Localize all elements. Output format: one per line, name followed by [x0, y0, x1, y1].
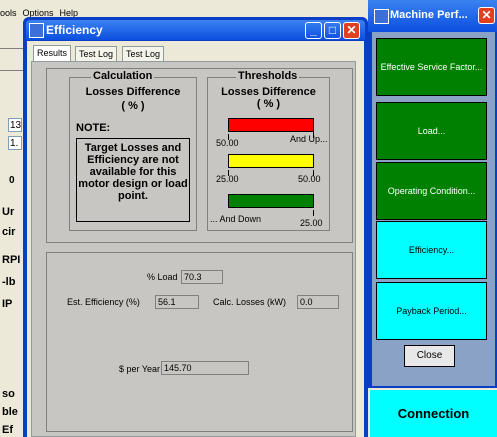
calculation-title: Calculation — [91, 70, 155, 82]
threshold-red-left: 50.00 — [216, 138, 239, 148]
bg-field-2[interactable]: 1. — [8, 136, 22, 150]
minimize-button[interactable]: _ — [305, 22, 322, 39]
calc-unit: ( % ) — [121, 100, 145, 112]
efficiency-label: Est. Efficiency (%) — [67, 297, 140, 307]
dialog-title-bar[interactable]: Efficiency _ □ ✕ — [26, 20, 365, 40]
note-label: NOTE: — [76, 122, 111, 134]
bg-field-1[interactable]: 13 — [8, 118, 22, 132]
threshold-yellow-right: 50.00 — [298, 174, 321, 184]
results-frame: % Load 70.3 Est. Efficiency (%) 56.1 Cal… — [46, 252, 353, 432]
efficiency-field: 56.1 — [155, 295, 199, 309]
summary-frame: Calculation Losses Difference ( % ) NOTE… — [46, 68, 353, 243]
bg-label: RPI — [2, 254, 21, 266]
load-button[interactable]: Load... — [376, 102, 487, 160]
app-icon — [29, 23, 44, 38]
close-button[interactable]: Close — [404, 345, 455, 367]
connection-button[interactable]: Connection — [370, 390, 497, 437]
operating-condition-button[interactable]: Operating Condition... — [376, 162, 487, 220]
threshold-red-right: And Up... — [290, 134, 328, 144]
threshold-yellow-left: 25.00 — [216, 174, 239, 184]
dialog-title: Efficiency — [46, 23, 103, 37]
thresh-unit: ( % ) — [256, 98, 281, 110]
threshold-bar-yellow — [228, 154, 314, 168]
load-label: % Load — [147, 272, 178, 282]
dialog-body: Results Test Log Test Log Calculation Lo… — [27, 41, 364, 437]
note-text: Target Losses and Efficiency are not ava… — [76, 138, 190, 222]
close-button[interactable]: ✕ — [343, 22, 360, 39]
load-field: 70.3 — [181, 270, 223, 284]
bg-label: Ef — [2, 424, 13, 436]
bg-label: so — [2, 388, 15, 400]
calc-heading: Losses Difference — [85, 86, 181, 98]
bg-label: ble — [2, 406, 18, 418]
bg-label: -lb — [2, 276, 16, 288]
mp-title-bar[interactable]: Machine Perf... ✕ — [368, 0, 497, 32]
bg-field-3: 0 — [9, 175, 15, 186]
app-icon — [374, 9, 389, 24]
results-panel: Calculation Losses Difference ( % ) NOTE… — [31, 61, 356, 437]
thresholds-group: Thresholds Losses Difference ( % ) 50.00… — [207, 70, 330, 231]
efficiency-dialog: Efficiency _ □ ✕ Results Test Log Test L… — [23, 17, 368, 437]
efficiency-button[interactable]: Efficiency... — [376, 221, 487, 279]
threshold-bar-green — [228, 194, 314, 208]
tab-test-log-1[interactable]: Test Log — [75, 46, 118, 61]
menu-tools[interactable]: ools — [0, 8, 17, 18]
thresh-heading: Losses Difference — [221, 86, 316, 98]
thresholds-title: Thresholds — [236, 70, 300, 82]
bg-label: IP — [2, 298, 13, 310]
threshold-bar-red — [228, 118, 314, 132]
tick — [313, 210, 314, 216]
bg-label: Ur — [2, 206, 15, 218]
year-field: 145.70 — [161, 361, 249, 375]
bg-label: cir — [2, 226, 16, 238]
maximize-button[interactable]: □ — [324, 22, 341, 39]
losses-label: Calc. Losses (kW) — [213, 297, 287, 307]
mp-title: Machine Perf... — [390, 9, 468, 21]
tab-test-log-2[interactable]: Test Log — [122, 46, 165, 61]
payback-period-button[interactable]: Payback Period... — [376, 282, 487, 340]
year-label: $ per Year — [119, 364, 161, 374]
losses-field: 0.0 — [297, 295, 339, 309]
effective-service-factor-button[interactable]: Effective Service Factor... — [376, 38, 487, 96]
threshold-green-left: ... And Down — [210, 214, 262, 224]
machine-performance-window: Machine Perf... ✕ Effective Service Fact… — [368, 0, 497, 388]
threshold-green-right: 25.00 — [300, 218, 323, 228]
calculation-group: Calculation Losses Difference ( % ) NOTE… — [69, 70, 197, 231]
mp-close-button[interactable]: ✕ — [478, 7, 495, 24]
tab-results[interactable]: Results — [33, 45, 72, 62]
